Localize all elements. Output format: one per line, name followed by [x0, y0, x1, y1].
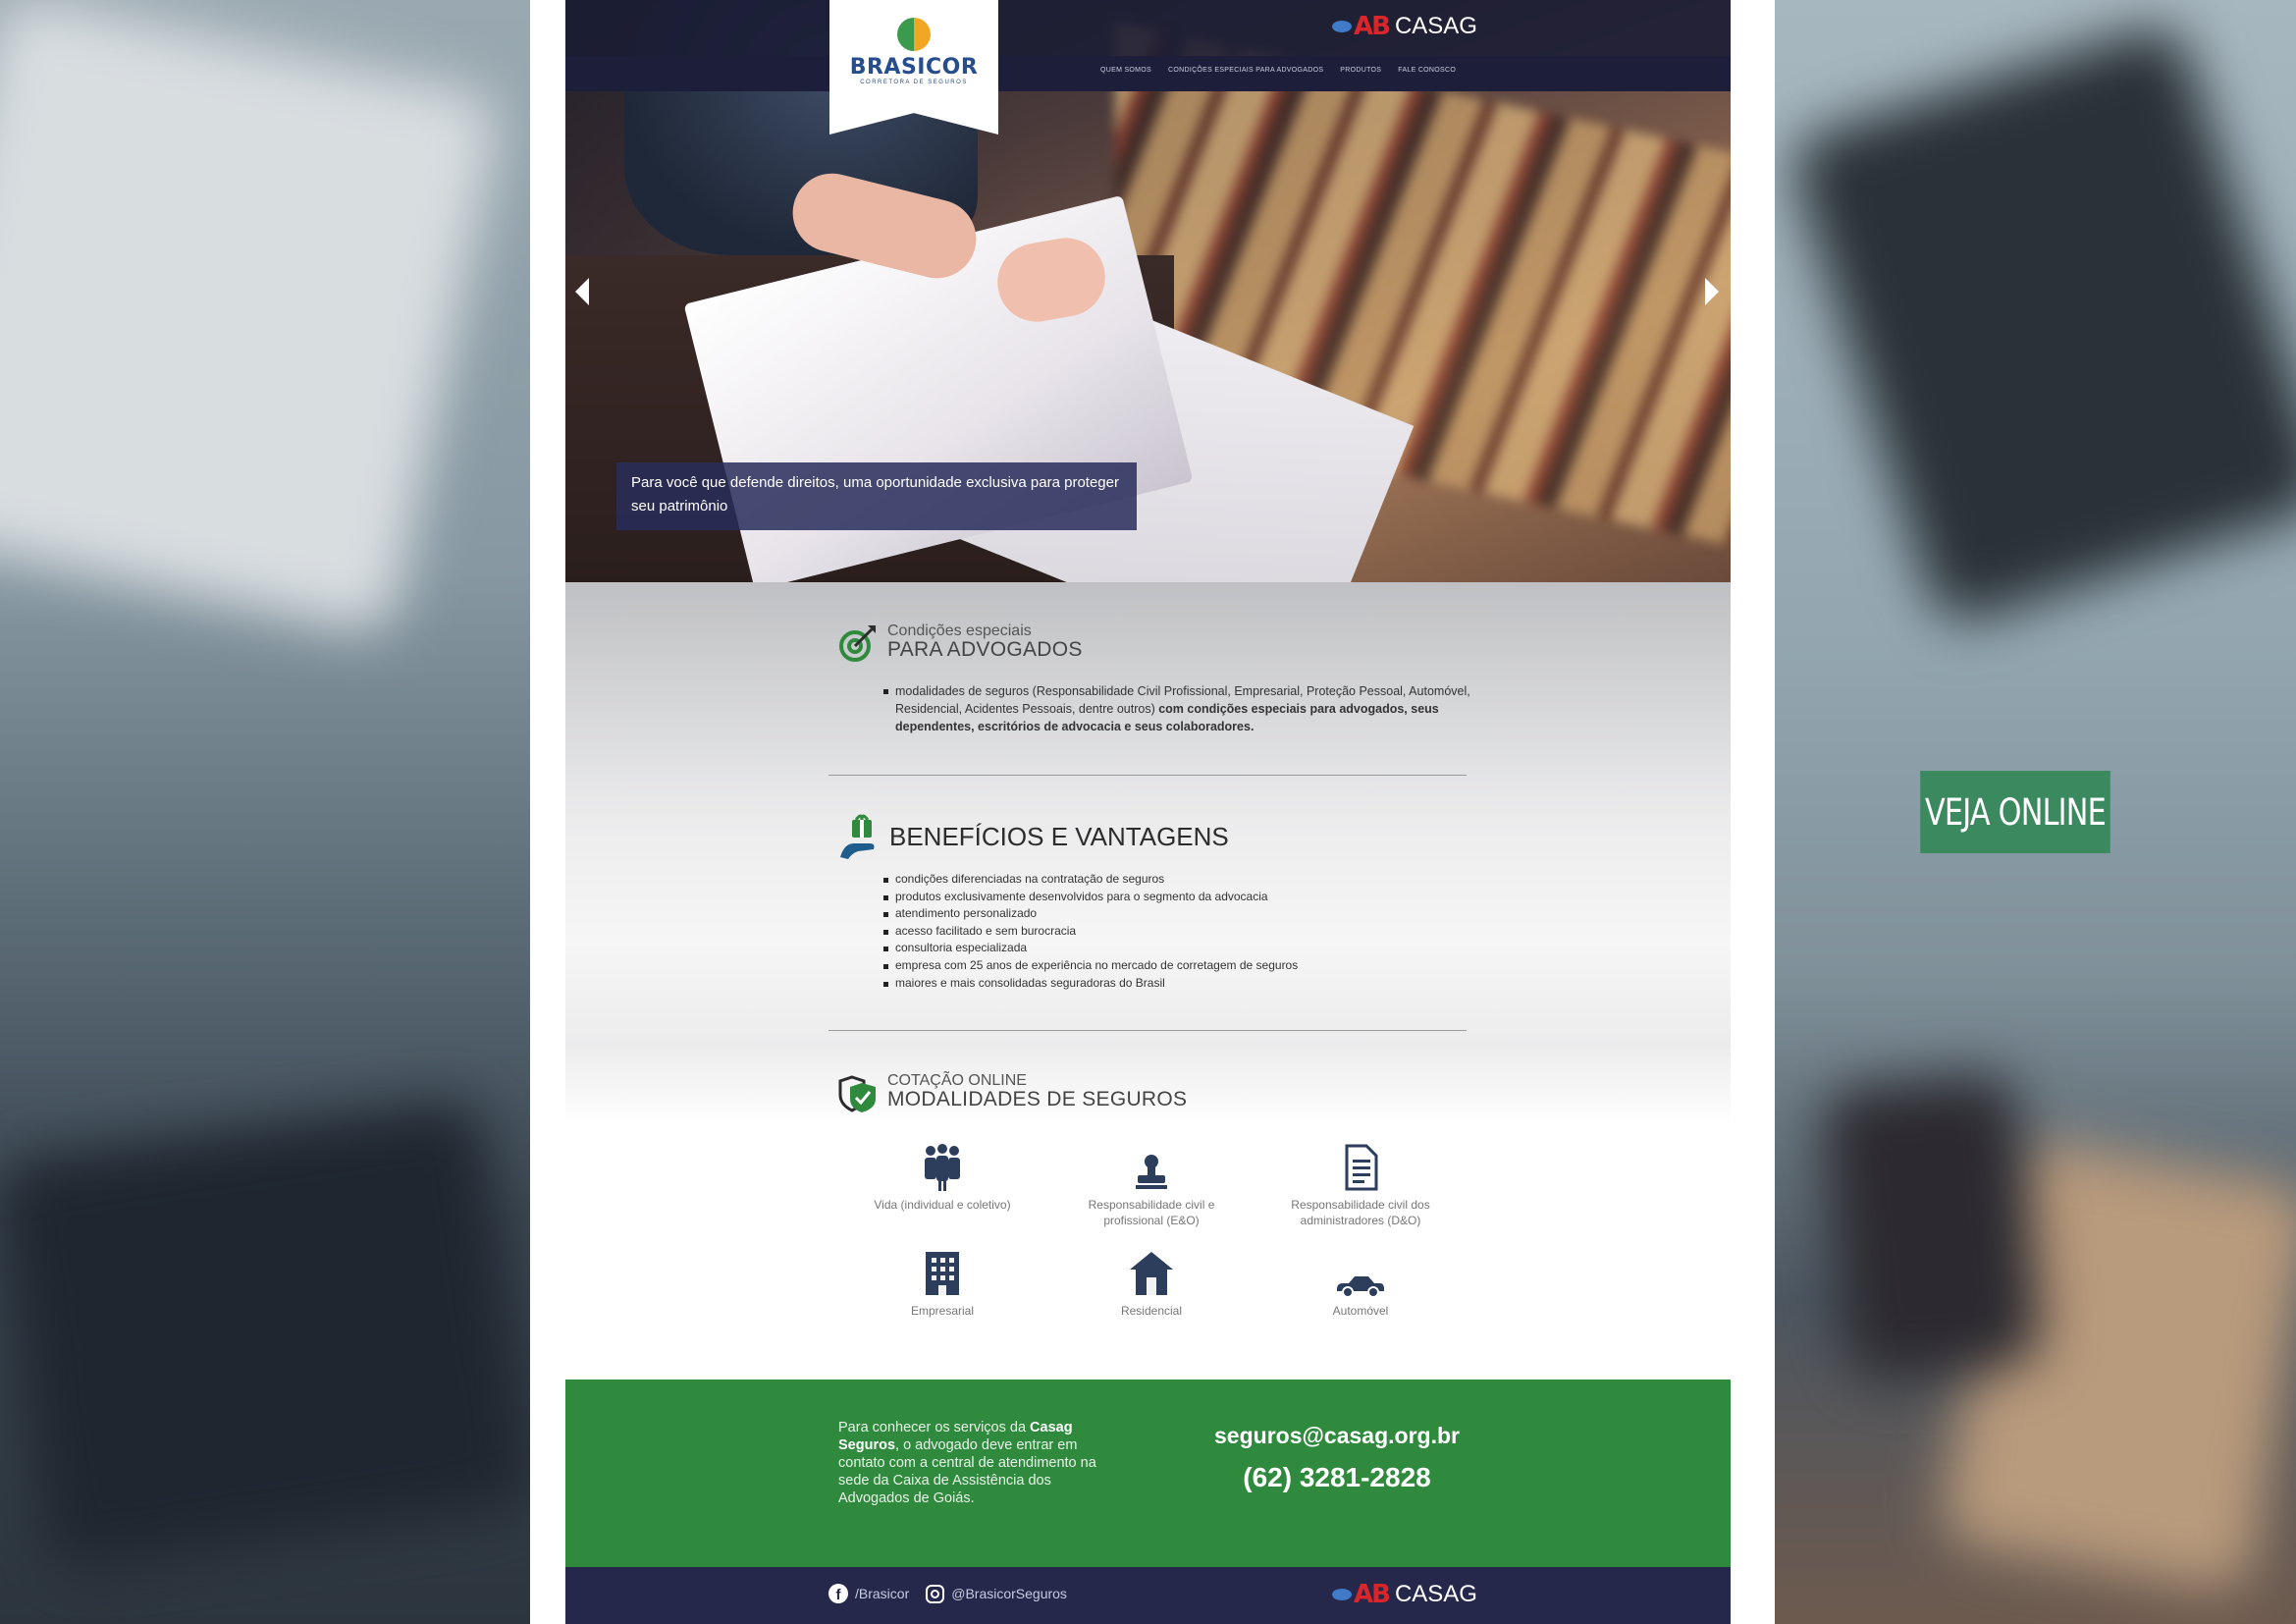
brasicor-brand-sub: CORRETORA DE SEGUROS	[860, 80, 968, 85]
page-margin-right	[1731, 0, 1775, 1624]
contact-email-link[interactable]: seguros@casag.org.br	[1209, 1423, 1465, 1449]
insurance-label: Responsabilidade civil dos administrador…	[1291, 1198, 1430, 1227]
nav-produtos[interactable]: PRODUTOS	[1340, 67, 1381, 74]
building-icon	[926, 1252, 959, 1295]
newsletter-page: BRASICOR CORRETORA DE SEGUROS AB CASAG Q…	[565, 0, 1731, 1624]
insurance-label: Responsabilidade civil e profissional (E…	[1088, 1198, 1215, 1227]
gift-hand-icon	[840, 814, 875, 859]
content-area: Condições especiais PARA ADVOGADOS modal…	[565, 582, 1731, 1380]
divider	[828, 775, 1467, 776]
insurance-do[interactable]: Responsabilidade civil dos administrador…	[1272, 1142, 1449, 1228]
facebook-icon[interactable]: f	[828, 1584, 848, 1603]
facebook-handle[interactable]: /Brasicor	[855, 1586, 909, 1601]
conditions-title-big: PARA ADVOGADOS	[887, 638, 1083, 661]
benefits-heading: BENEFÍCIOS E VANTAGENS	[838, 814, 1229, 863]
carousel-prev-icon[interactable]	[575, 278, 589, 305]
casag-logo-header[interactable]: AB CASAG	[1332, 12, 1477, 41]
insurance-label: Automóvel	[1332, 1304, 1389, 1318]
divider	[828, 1030, 1467, 1031]
instagram-icon[interactable]	[926, 1584, 945, 1603]
casag-logo-footer[interactable]: AB CASAG	[1332, 1580, 1477, 1609]
document-icon	[1345, 1144, 1378, 1191]
nav-quem-somos[interactable]: QUEM SOMOS	[1100, 67, 1151, 74]
oab-icon: AB	[1332, 12, 1391, 41]
shield-check-icon	[838, 1075, 876, 1112]
list-item: empresa com 25 anos de experiência no me…	[881, 957, 1470, 975]
list-item: atendimento personalizado	[881, 905, 1470, 923]
insurance-vida[interactable]: Vida (individual e coletivo)	[854, 1142, 1031, 1213]
veja-online-button[interactable]: VEJA ONLINE	[1920, 771, 2110, 853]
hero-banner: BRASICOR CORRETORA DE SEGUROS AB CASAG Q…	[565, 0, 1731, 582]
benefits-list: condições diferenciadas na contratação d…	[881, 871, 1470, 992]
oab-icon: AB	[1332, 1580, 1391, 1609]
conditions-heading: Condições especiais PARA ADVOGADOS	[838, 623, 1083, 663]
contact-text: Para conhecer os serviços da Casag Segur…	[838, 1420, 1096, 1506]
brasicor-sun-icon	[897, 18, 931, 51]
insurance-residencial[interactable]: Residencial	[1063, 1248, 1240, 1319]
social-links: f /Brasicor @BrasicorSeguros	[828, 1584, 1067, 1603]
carousel-next-icon[interactable]	[1705, 278, 1719, 305]
benefits-title: BENEFÍCIOS E VANTAGENS	[889, 822, 1229, 851]
quote-title-big: MODALIDADES DE SEGUROS	[887, 1088, 1188, 1110]
list-item: acesso facilitado e sem burocracia	[881, 923, 1470, 941]
quote-title-small: COTAÇÃO ONLINE	[887, 1072, 1027, 1089]
insurance-empresarial[interactable]: Empresarial	[854, 1248, 1031, 1319]
quote-heading: COTAÇÃO ONLINE MODALIDADES DE SEGUROS	[838, 1073, 1187, 1114]
main-nav: QUEM SOMOS CONDIÇÕES ESPECIAIS PARA ADVO…	[1100, 67, 1456, 74]
conditions-title-small: Condições especiais	[887, 623, 1032, 639]
footer: f /Brasicor @BrasicorSeguros AB CASAG	[565, 1567, 1731, 1624]
insurance-responsabilidade-civil[interactable]: Responsabilidade civil e profissional (E…	[1063, 1142, 1240, 1228]
insurance-label: Vida (individual e coletivo)	[874, 1198, 1011, 1212]
nav-condicoes-especiais[interactable]: CONDIÇÕES ESPECIAIS PARA ADVOGADOS	[1168, 67, 1323, 74]
list-item: produtos exclusivamente desenvolvidos pa…	[881, 889, 1470, 906]
casag-label: CASAG	[1394, 13, 1477, 39]
hero-caption: Para você que defende direitos, uma opor…	[616, 462, 1137, 530]
nav-fale-conosco[interactable]: FALE CONOSCO	[1398, 67, 1456, 74]
stamp-icon	[1136, 1155, 1167, 1189]
contact-phone[interactable]: (62) 3281-2828	[1209, 1462, 1465, 1493]
list-item: maiores e mais consolidadas seguradoras …	[881, 975, 1470, 993]
car-icon	[1337, 1276, 1384, 1297]
target-icon	[839, 625, 876, 662]
people-icon	[925, 1144, 960, 1191]
casag-label: CASAG	[1394, 1581, 1477, 1607]
top-navbar	[565, 0, 1731, 91]
background-left	[0, 0, 530, 1624]
insurance-automovel[interactable]: Automóvel	[1272, 1248, 1449, 1319]
instagram-handle[interactable]: @BrasicorSeguros	[951, 1586, 1067, 1601]
insurance-label: Empresarial	[910, 1304, 975, 1318]
list-item: modalidades de seguros (Responsabilidade…	[881, 682, 1470, 735]
insurance-label: Residencial	[1120, 1304, 1183, 1318]
list-item: condições diferenciadas na contratação d…	[881, 871, 1470, 889]
page-margin-left	[530, 0, 565, 1624]
conditions-list: modalidades de seguros (Responsabilidade…	[881, 682, 1470, 735]
brasicor-brand: BRASICOR	[849, 55, 979, 80]
contact-section: Para conhecer os serviços da Casag Segur…	[565, 1380, 1731, 1567]
list-item: consultoria especializada	[881, 940, 1470, 957]
house-icon	[1130, 1252, 1173, 1295]
